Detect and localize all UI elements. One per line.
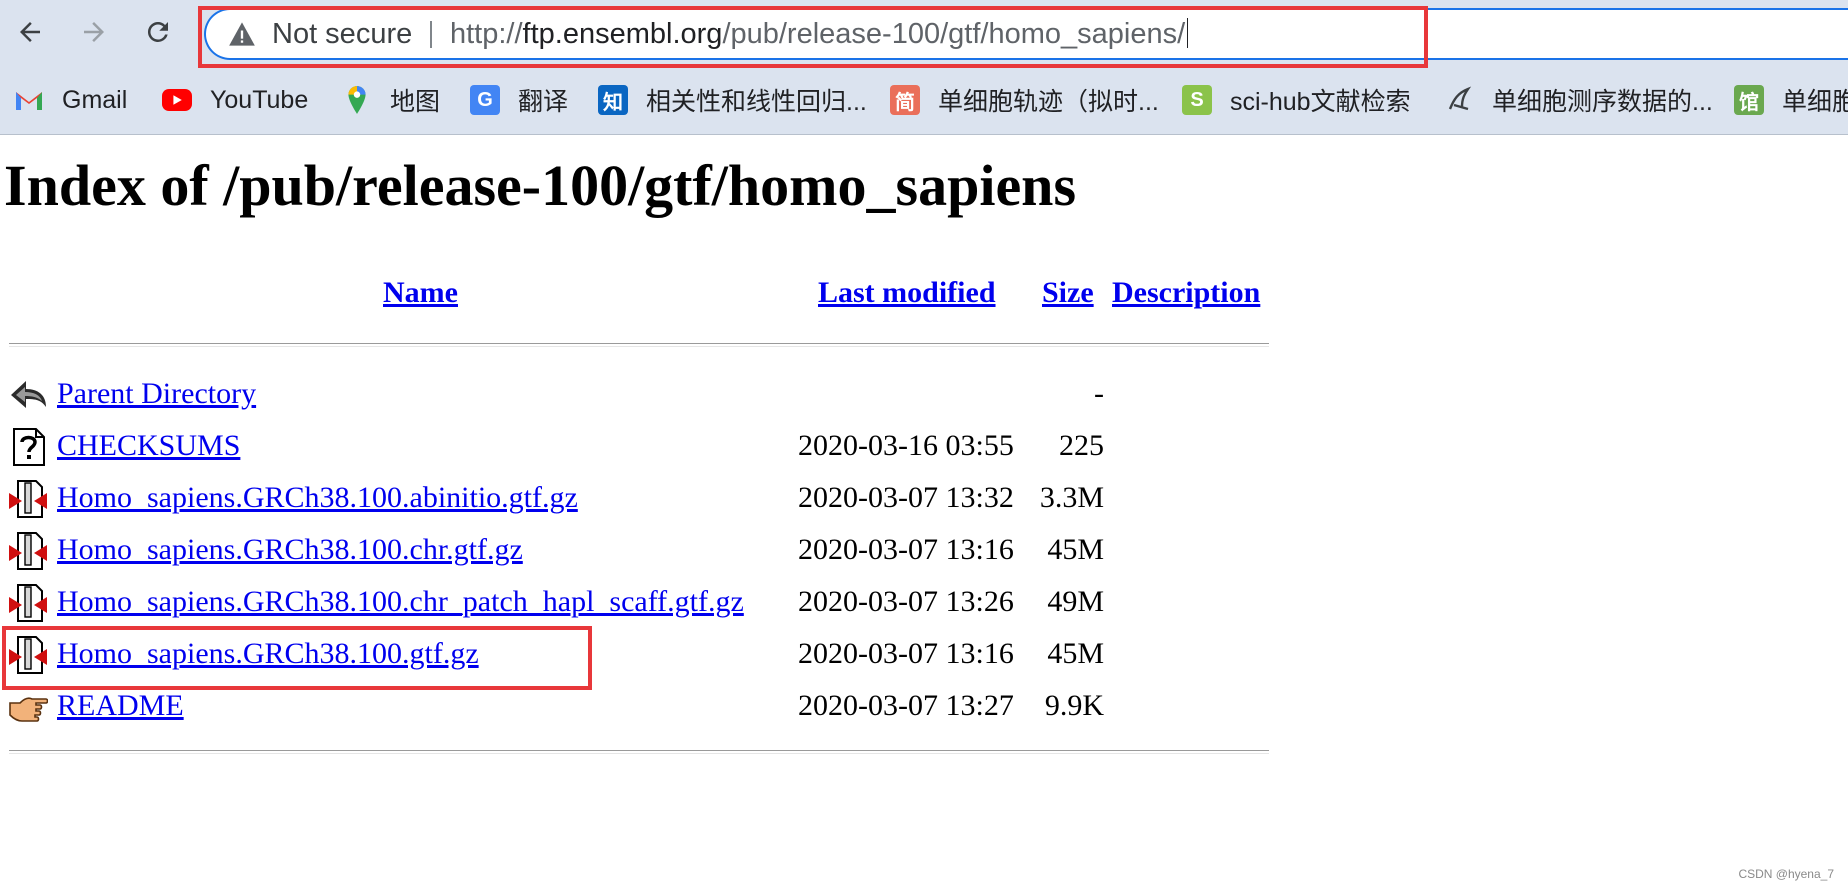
back-button[interactable] — [8, 10, 52, 54]
url-scheme: http:// — [450, 18, 523, 50]
gmail-icon — [16, 92, 42, 110]
watermark: CSDN @hyena_7 — [1738, 867, 1834, 881]
address-bar[interactable]: Not secure http://ftp.ensembl.org/pub/re… — [204, 8, 1848, 60]
bookmark-zhihu[interactable]: 知 相关性和线性回归... — [598, 80, 867, 120]
table-row: Homo_sapiens.GRCh38.100.gtf.gz 2020-03-0… — [0, 631, 1300, 677]
bookmark-jianshu[interactable]: 简 单细胞轨迹（拟时... — [890, 80, 1159, 120]
file-date: 2020-03-07 13:16 — [798, 533, 1014, 566]
bookmark-translate[interactable]: G 翻译 — [470, 80, 568, 120]
column-header-description[interactable]: Description — [1112, 276, 1260, 310]
bookmark-scrnaseq[interactable]: 单细胞测序数据的... — [1444, 80, 1713, 120]
unknown-file-icon — [13, 428, 45, 466]
forward-button[interactable] — [72, 10, 116, 54]
bookmarks-bar: Gmail YouTube 地图 G 翻译 知 相关性和线性回归... 简 单细… — [0, 66, 1848, 135]
table-row: Homo_sapiens.GRCh38.100.chr_patch_hapl_s… — [0, 579, 1300, 625]
compressed-file-icon — [9, 480, 47, 518]
file-link[interactable]: Homo_sapiens.GRCh38.100.chr_patch_hapl_s… — [57, 579, 744, 625]
file-date: 2020-03-07 13:16 — [798, 637, 1014, 670]
file-size: 225 — [1059, 429, 1104, 462]
file-size: 45M — [1047, 637, 1104, 670]
jianshu-icon: 简 — [890, 85, 920, 115]
column-header-last-modified[interactable]: Last modified — [818, 276, 996, 310]
file-size: 49M — [1047, 585, 1104, 618]
hand-pointer-icon — [9, 697, 48, 722]
compressed-file-icon — [9, 636, 47, 674]
file-date: 2020-03-07 13:27 — [798, 689, 1014, 722]
security-status[interactable]: Not secure — [272, 8, 412, 60]
table-row: Homo_sapiens.GRCh38.100.chr.gtf.gz 2020-… — [0, 527, 1300, 573]
column-header-name[interactable]: Name — [383, 276, 458, 310]
browser-toolbar: Not secure http://ftp.ensembl.org/pub/re… — [0, 0, 1848, 66]
url-host: ftp.ensembl.org — [522, 18, 723, 50]
bookmark-maps[interactable]: 地图 — [342, 80, 440, 120]
warning-icon[interactable] — [228, 21, 256, 47]
arrow-right-icon — [84, 22, 104, 42]
file-size: 45M — [1047, 533, 1104, 566]
file-link[interactable]: Homo_sapiens.GRCh38.100.chr.gtf.gz — [57, 527, 523, 573]
file-link[interactable]: Homo_sapiens.GRCh38.100.gtf.gz — [57, 631, 479, 677]
url-text[interactable]: http://ftp.ensembl.org/pub/release-100/g… — [450, 8, 1189, 60]
bookmark-label: 单细胞 — [1782, 88, 1848, 116]
compressed-file-icon — [9, 532, 47, 570]
file-link[interactable]: CHECKSUMS — [57, 423, 240, 469]
bookmark-label: 翻译 — [518, 88, 569, 116]
bookmark-youtube[interactable]: YouTube — [162, 80, 308, 120]
reload-icon — [147, 21, 168, 42]
table-row: Parent Directory - — [0, 371, 1300, 417]
library-icon: 馆 — [1734, 85, 1764, 115]
bookmark-label: Gmail — [62, 85, 128, 114]
maps-pin-icon — [348, 86, 366, 114]
bookmark-gmail[interactable]: Gmail — [14, 80, 127, 120]
arrow-left-icon — [20, 22, 40, 42]
bookmark-library[interactable]: 馆 单细胞 — [1734, 80, 1848, 120]
text-caret — [1187, 18, 1189, 48]
table-row: CHECKSUMS 2020-03-16 03:55 225 — [0, 423, 1300, 469]
footer-divider — [9, 750, 1269, 754]
file-link[interactable]: Homo_sapiens.GRCh38.100.abinitio.gtf.gz — [57, 475, 578, 521]
table-row: README 2020-03-07 13:27 9.9K — [0, 683, 1300, 729]
reload-button[interactable] — [136, 10, 180, 54]
file-size: 9.9K — [1044, 689, 1104, 722]
back-arrow-icon — [11, 381, 46, 408]
url-path: /pub/release-100/gtf/homo_sapiens/ — [722, 18, 1186, 50]
bookmark-label: YouTube — [210, 85, 309, 114]
bookmark-label: sci-hub文献检索 — [1230, 88, 1411, 116]
page-title: Index of /pub/release-100/gtf/homo_sapie… — [4, 153, 1077, 218]
bookmark-label: 相关性和线性回归... — [646, 88, 867, 116]
file-date: 2020-03-16 03:55 — [798, 429, 1014, 462]
file-date: 2020-03-07 13:26 — [798, 585, 1014, 618]
translate-icon: G — [470, 85, 500, 115]
table-row: Homo_sapiens.GRCh38.100.abinitio.gtf.gz … — [0, 475, 1300, 521]
zhihu-icon: 知 — [598, 85, 628, 115]
scihub-icon: S — [1182, 85, 1212, 115]
header-divider — [9, 343, 1269, 347]
file-link[interactable]: Parent Directory — [57, 371, 256, 417]
bookmark-label: 单细胞测序数据的... — [1492, 88, 1713, 116]
file-size: - — [1094, 377, 1104, 410]
compressed-file-icon — [9, 584, 47, 622]
bird-icon — [1448, 86, 1472, 111]
youtube-icon — [162, 89, 192, 111]
file-size: 3.3M — [1039, 481, 1104, 514]
bookmark-label: 单细胞轨迹（拟时... — [938, 88, 1159, 116]
omnibox-divider — [430, 21, 432, 48]
column-header-size[interactable]: Size — [1042, 276, 1094, 310]
bookmark-label: 地图 — [390, 88, 441, 116]
bookmark-scihub[interactable]: S sci-hub文献检索 — [1182, 80, 1411, 120]
file-date: 2020-03-07 13:32 — [798, 481, 1014, 514]
file-link[interactable]: README — [57, 683, 184, 729]
